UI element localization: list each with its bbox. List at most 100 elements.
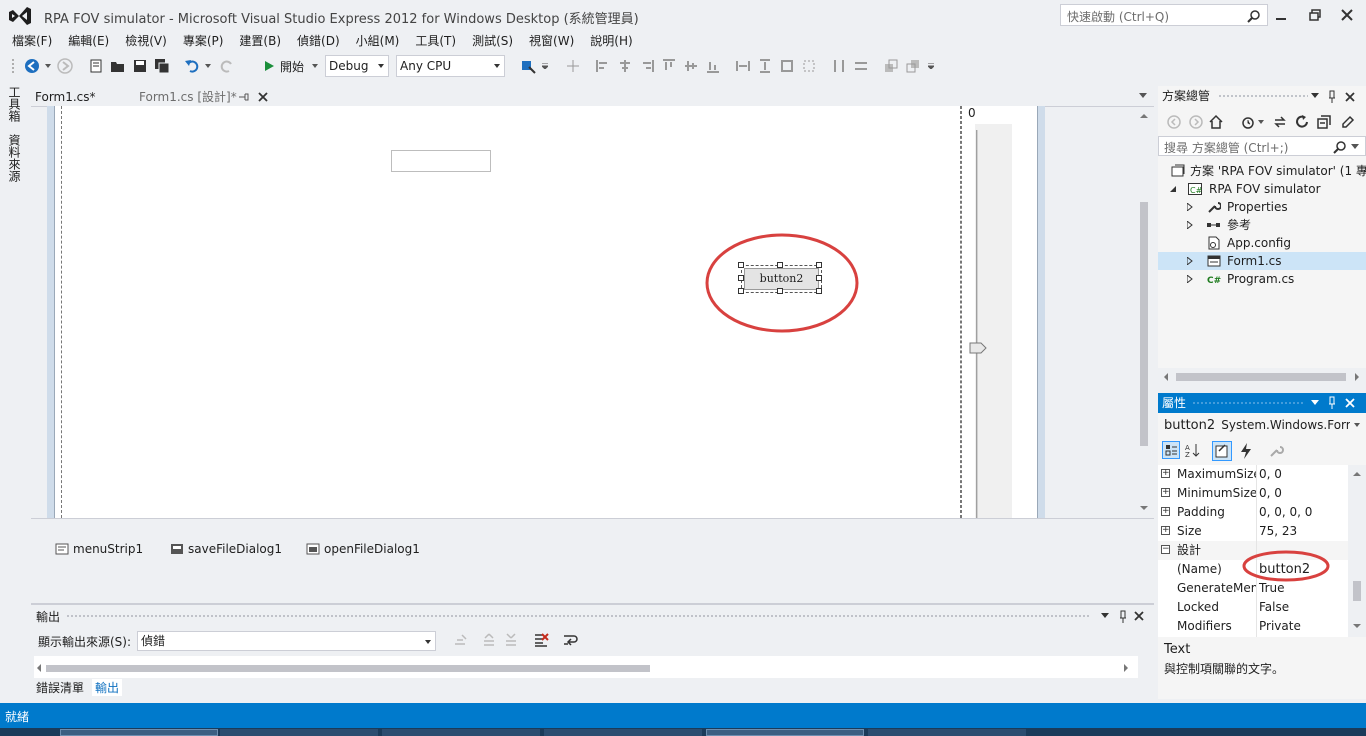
align-bottom-icon[interactable] [704, 54, 722, 78]
categorized-icon[interactable] [1162, 441, 1180, 459]
prop-row[interactable]: + Padding 0, 0, 0, 0 [1158, 503, 1348, 522]
prop-row[interactable]: + MinimumSize 0, 0 [1158, 484, 1348, 503]
clear-all-icon[interactable] [533, 632, 549, 648]
collapse-all-icon[interactable] [1316, 114, 1332, 130]
prop-value[interactable]: 0, 0, 0, 0 [1259, 503, 1312, 522]
make-same-width-icon[interactable] [734, 54, 752, 78]
size-to-grid-icon[interactable] [800, 54, 818, 78]
object-selector[interactable]: button2 System.Windows.Forms.Button [1158, 415, 1366, 435]
search-options-dropdown-icon[interactable] [1351, 144, 1359, 150]
prop-grid-scrollbar[interactable] [1348, 465, 1366, 637]
menu-view[interactable]: 檢視(V) [117, 32, 175, 52]
next-message-icon[interactable] [503, 632, 519, 648]
tree-row-solution[interactable]: 方案 'RPA FOV simulator' (1 專案) [1158, 162, 1366, 180]
collapsed-arrow-icon[interactable] [1187, 203, 1193, 211]
solexp-hscroll[interactable] [1158, 368, 1366, 386]
prop-row[interactable]: Locked False [1158, 598, 1348, 617]
output-dropdown-icon[interactable] [1100, 612, 1110, 620]
collapsed-arrow-icon[interactable] [1187, 275, 1193, 283]
make-same-size-icon[interactable] [778, 54, 796, 78]
taskbar-button[interactable] [220, 729, 378, 736]
taskbar-button[interactable] [60, 729, 218, 736]
align-top-icon[interactable] [660, 54, 678, 78]
scroll-up-icon[interactable] [1353, 471, 1361, 477]
events-icon[interactable] [1238, 442, 1254, 460]
prop-row[interactable]: + MaximumSize 0, 0 [1158, 465, 1348, 484]
platform-select[interactable]: Any CPU [396, 55, 505, 77]
hscroll-right-icon[interactable] [1354, 373, 1360, 381]
undo-icon[interactable] [182, 54, 202, 78]
pending-changes-icon[interactable] [1240, 114, 1256, 130]
refresh-icon[interactable] [1294, 114, 1310, 130]
menu-edit[interactable]: 編輯(E) [60, 32, 117, 52]
redo-icon[interactable] [217, 54, 237, 78]
tray-item-savefiledialog[interactable]: saveFileDialog1 [170, 540, 282, 558]
menu-project[interactable]: 專案(P) [175, 32, 232, 52]
prop-value[interactable]: False [1259, 598, 1289, 617]
data-sources-tab[interactable]: 資料來源 [6, 134, 23, 182]
start-debug-icon[interactable] [260, 54, 278, 78]
tree-row-form1[interactable]: Form1.cs [1158, 252, 1366, 270]
tray-item-menustrip[interactable]: menuStrip1 [55, 540, 143, 558]
goto-message-icon[interactable] [452, 632, 468, 648]
prev-message-icon[interactable] [481, 632, 497, 648]
vertical-spacing-icon[interactable] [852, 54, 870, 78]
properties-view-icon[interactable] [1212, 441, 1232, 461]
send-to-back-icon[interactable] [904, 54, 922, 78]
save-icon[interactable] [130, 54, 150, 78]
object-selector-dropdown[interactable] [1350, 415, 1366, 435]
menu-help[interactable]: 說明(H) [582, 32, 640, 52]
start-button[interactable]: 開始 [280, 54, 310, 78]
align-center-icon[interactable] [616, 54, 634, 78]
toolbox-tab[interactable]: 工具箱 [6, 86, 23, 122]
props-dropdown-icon[interactable] [1310, 399, 1320, 407]
horizontal-spacing-icon[interactable] [830, 54, 848, 78]
word-wrap-icon[interactable] [562, 632, 578, 648]
tree-row-references[interactable]: 參考 [1158, 216, 1366, 234]
property-pages-icon[interactable] [1268, 443, 1284, 459]
menu-team[interactable]: 小組(M) [348, 32, 408, 52]
back-icon[interactable] [22, 54, 42, 78]
taskbar-button[interactable] [706, 729, 864, 736]
pin-tab-icon[interactable] [236, 90, 250, 104]
prop-scroll-thumb[interactable] [1353, 581, 1361, 601]
props-pin-icon[interactable] [1326, 396, 1338, 410]
menu-debug[interactable]: 偵錯(D) [289, 32, 348, 52]
tray-item-openfiledialog[interactable]: openFileDialog1 [306, 540, 420, 558]
undo-dropdown-icon[interactable] [203, 54, 213, 78]
taskbar-button[interactable] [382, 729, 540, 736]
menu-tools[interactable]: 工具(T) [407, 32, 464, 52]
properties-icon[interactable] [1340, 114, 1356, 130]
nav-back-icon[interactable] [1166, 114, 1182, 130]
back-dropdown-icon[interactable] [43, 54, 53, 78]
solexp-dropdown-icon[interactable] [1310, 92, 1320, 100]
solexp-close-icon[interactable] [1344, 91, 1356, 103]
toolbar-overflow-icon[interactable] [540, 54, 550, 78]
props-close-icon[interactable] [1344, 397, 1356, 409]
open-file-icon[interactable] [108, 54, 128, 78]
hscroll-right-icon[interactable] [1123, 664, 1129, 672]
output-source-select[interactable]: 偵錯 [137, 631, 436, 651]
align-grid-icon[interactable] [564, 54, 582, 78]
align-left-icon[interactable] [594, 54, 612, 78]
start-dropdown-icon[interactable] [310, 54, 320, 78]
expanded-arrow-icon[interactable] [1170, 186, 1177, 193]
close-window-button[interactable] [1334, 4, 1360, 26]
menu-test[interactable]: 測試(S) [464, 32, 521, 52]
scroll-thumb[interactable] [1140, 202, 1148, 446]
tree-row-properties[interactable]: Properties [1158, 198, 1366, 216]
menu-file[interactable]: 檔案(F) [4, 32, 60, 52]
prop-row[interactable]: + Size 75, 23 [1158, 522, 1348, 541]
pending-dropdown-icon[interactable] [1258, 120, 1264, 124]
menu-build[interactable]: 建置(B) [231, 32, 289, 52]
collapsed-arrow-icon[interactable] [1187, 221, 1193, 229]
output-hscroll-thumb[interactable] [46, 665, 650, 672]
output-pin-icon[interactable] [1117, 610, 1129, 624]
forward-icon[interactable] [55, 54, 75, 78]
solexp-pin-icon[interactable] [1326, 90, 1338, 104]
taskbar-button[interactable] [868, 729, 1026, 736]
quick-launch-input[interactable]: 快速啟動 (Ctrl+Q) [1060, 4, 1268, 26]
collapsed-arrow-icon[interactable] [1187, 257, 1193, 265]
make-same-height-icon[interactable] [756, 54, 774, 78]
tab-form1-code[interactable]: Form1.cs* [29, 87, 102, 107]
